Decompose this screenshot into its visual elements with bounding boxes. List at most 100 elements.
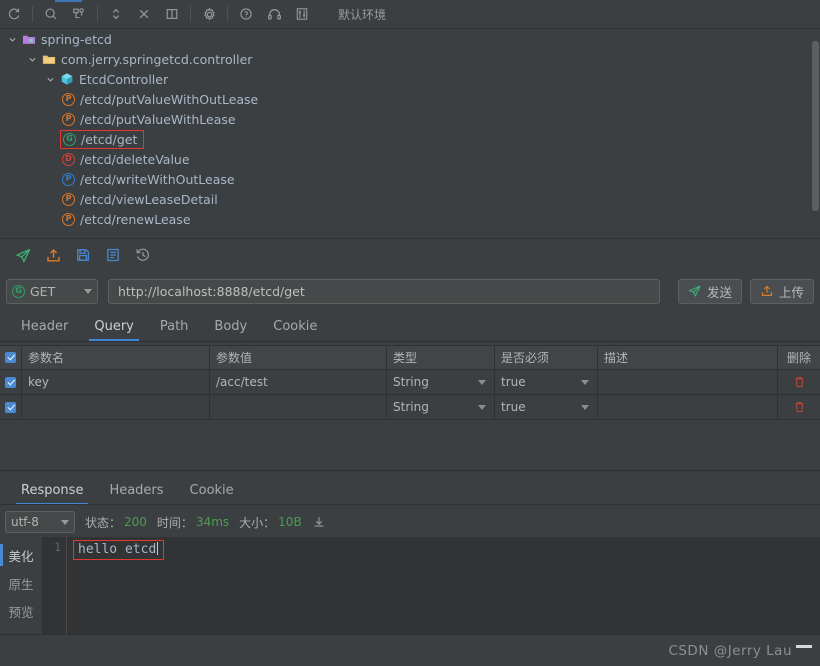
send-button[interactable]: 发送 — [677, 278, 742, 304]
response-view-tab[interactable]: 预览 — [0, 597, 42, 625]
tree-endpoint-item[interactable]: P/etcd/writeWithOutLease — [0, 169, 820, 189]
response-status-bar: utf-8 状态： 200 时间： 34ms 大小： 10B — [0, 507, 820, 537]
tree-endpoint-item[interactable]: P/etcd/putValueWithOutLease — [0, 89, 820, 109]
row-checkbox[interactable] — [0, 395, 22, 419]
document-icon[interactable] — [98, 242, 128, 268]
response-tab-headers[interactable]: Headers — [96, 475, 176, 505]
upload-icon[interactable] — [38, 242, 68, 268]
method-badge-icon: G — [12, 284, 25, 298]
endpoint-path-label: /etcd/deleteValue — [80, 151, 190, 167]
request-tab-body[interactable]: Body — [201, 311, 260, 341]
gear-icon[interactable] — [196, 3, 222, 26]
chevron-down-icon[interactable] — [478, 404, 486, 410]
delete-row-button[interactable] — [778, 370, 820, 394]
param-name-input[interactable] — [22, 395, 210, 419]
tree-endpoint-item[interactable]: G/etcd/get — [0, 129, 820, 149]
help-icon[interactable] — [233, 3, 259, 26]
chevron-down-icon[interactable] — [61, 519, 69, 525]
download-icon[interactable] — [312, 515, 326, 529]
top-toolbar: 默认环境 — [0, 0, 820, 29]
param-type-select[interactable]: String — [387, 395, 495, 419]
toolbar-separator — [190, 6, 191, 22]
close-icon[interactable] — [131, 3, 157, 26]
http-method-badge-icon: G — [63, 132, 76, 146]
chevron-down-icon[interactable] — [581, 379, 589, 385]
tree-root-node[interactable]: spring-etcd — [0, 29, 820, 49]
endpoint-list: P/etcd/putValueWithOutLease P/etcd/putVal… — [0, 89, 820, 229]
toolbar-separator — [97, 6, 98, 22]
request-tab-header[interactable]: Header — [8, 311, 81, 341]
response-editor[interactable]: hello etcd — [67, 537, 820, 634]
response-tab-cookie[interactable]: Cookie — [177, 475, 247, 505]
request-tab-cookie[interactable]: Cookie — [260, 311, 330, 341]
endpoint-content: P/etcd/putValueWithOutLease — [62, 92, 258, 107]
watermark-text: CSDN @Jerry Lau — [668, 642, 792, 659]
response-view-tab[interactable]: 原生 — [0, 569, 42, 597]
send-icon[interactable] — [8, 242, 38, 268]
upload-button[interactable]: 上传 — [749, 278, 814, 304]
search-icon[interactable] — [38, 3, 64, 26]
row-checkbox[interactable] — [0, 370, 22, 394]
tree-package-node[interactable]: com.jerry.springetcd.controller — [0, 49, 820, 69]
response-view-tabs: 美化 原生 预览 — [0, 537, 42, 634]
tree-endpoint-item[interactable]: P/etcd/putValueWithLease — [0, 109, 820, 129]
endpoint-content: P/etcd/renewLease — [62, 212, 191, 227]
chevron-down-icon[interactable] — [26, 55, 38, 64]
refresh-icon[interactable] — [1, 3, 27, 26]
param-desc-input[interactable] — [598, 395, 778, 419]
param-name-input[interactable]: key — [22, 370, 210, 394]
trash-icon — [794, 401, 805, 413]
http-method-badge-icon: P — [62, 212, 75, 226]
environment-label[interactable]: 默认环境 — [338, 6, 386, 23]
response-size-label: 大小： — [239, 515, 276, 530]
encoding-select[interactable]: utf-8 — [5, 511, 75, 533]
param-required-value: true — [501, 400, 526, 414]
send-button-label: 发送 — [706, 284, 732, 300]
http-method-badge-icon: D — [62, 152, 75, 166]
history-icon[interactable] — [128, 242, 158, 268]
param-type-select[interactable]: String — [387, 370, 495, 394]
chevron-down-icon[interactable] — [84, 288, 92, 294]
table-header-row: 参数名 参数值 类型 是否必须 描述 删除 — [0, 346, 820, 370]
toolbar-active-accent — [55, 0, 82, 2]
http-method-badge-icon: P — [62, 92, 75, 106]
response-body-area: 美化 原生 预览 1 hello etcd — [0, 537, 820, 634]
tree-endpoint-item[interactable]: D/etcd/deleteValue — [0, 149, 820, 169]
chevron-down-icon[interactable] — [6, 35, 18, 44]
chevron-down-icon[interactable] — [478, 379, 486, 385]
checkbox-icon — [5, 352, 16, 363]
tree-endpoint-item[interactable]: P/etcd/viewLeaseDetail — [0, 189, 820, 209]
table-header-cell: 描述 — [598, 346, 778, 369]
tree-endpoint-item[interactable]: P/etcd/renewLease — [0, 209, 820, 229]
param-desc-input[interactable] — [598, 370, 778, 394]
headset-icon[interactable] — [261, 3, 287, 26]
save-icon[interactable] — [68, 242, 98, 268]
expand-collapse-icon[interactable] — [103, 3, 129, 26]
endpoint-content: P/etcd/viewLeaseDetail — [62, 192, 218, 207]
select-all-checkbox[interactable] — [0, 346, 22, 369]
table-header-cell: 参数值 — [210, 346, 387, 369]
endpoint-tree-panel: spring-etcd com.jerry.springetcd.control… — [0, 29, 820, 238]
footer-bar: CSDN @Jerry Lau — [0, 634, 820, 666]
tree-controller-node[interactable]: EtcdController — [0, 69, 820, 89]
request-tab-query[interactable]: Query — [81, 311, 147, 341]
url-input[interactable]: http://localhost:8888/etcd/get — [108, 278, 660, 304]
split-panel-icon[interactable] — [159, 3, 185, 26]
response-view-tab[interactable]: 美化 — [0, 541, 42, 569]
sliders-icon[interactable] — [289, 3, 315, 26]
response-tab-response[interactable]: Response — [8, 475, 96, 505]
param-required-select[interactable]: true — [495, 395, 598, 419]
tree-node-icon[interactable] — [66, 3, 92, 26]
param-value-input[interactable] — [210, 395, 387, 419]
tree-scrollbar[interactable] — [812, 41, 819, 211]
http-method-select[interactable]: G GET — [6, 278, 98, 304]
request-tabs: Header Query Path Body Cookie — [0, 311, 820, 342]
request-tab-path[interactable]: Path — [147, 311, 202, 341]
chevron-down-icon[interactable] — [581, 404, 589, 410]
param-required-select[interactable]: true — [495, 370, 598, 394]
param-value-input[interactable]: /acc/test — [210, 370, 387, 394]
endpoint-path-label: /etcd/renewLease — [80, 211, 191, 227]
delete-row-button[interactable] — [778, 395, 820, 419]
trash-icon — [794, 376, 805, 388]
chevron-down-icon[interactable] — [44, 75, 56, 84]
